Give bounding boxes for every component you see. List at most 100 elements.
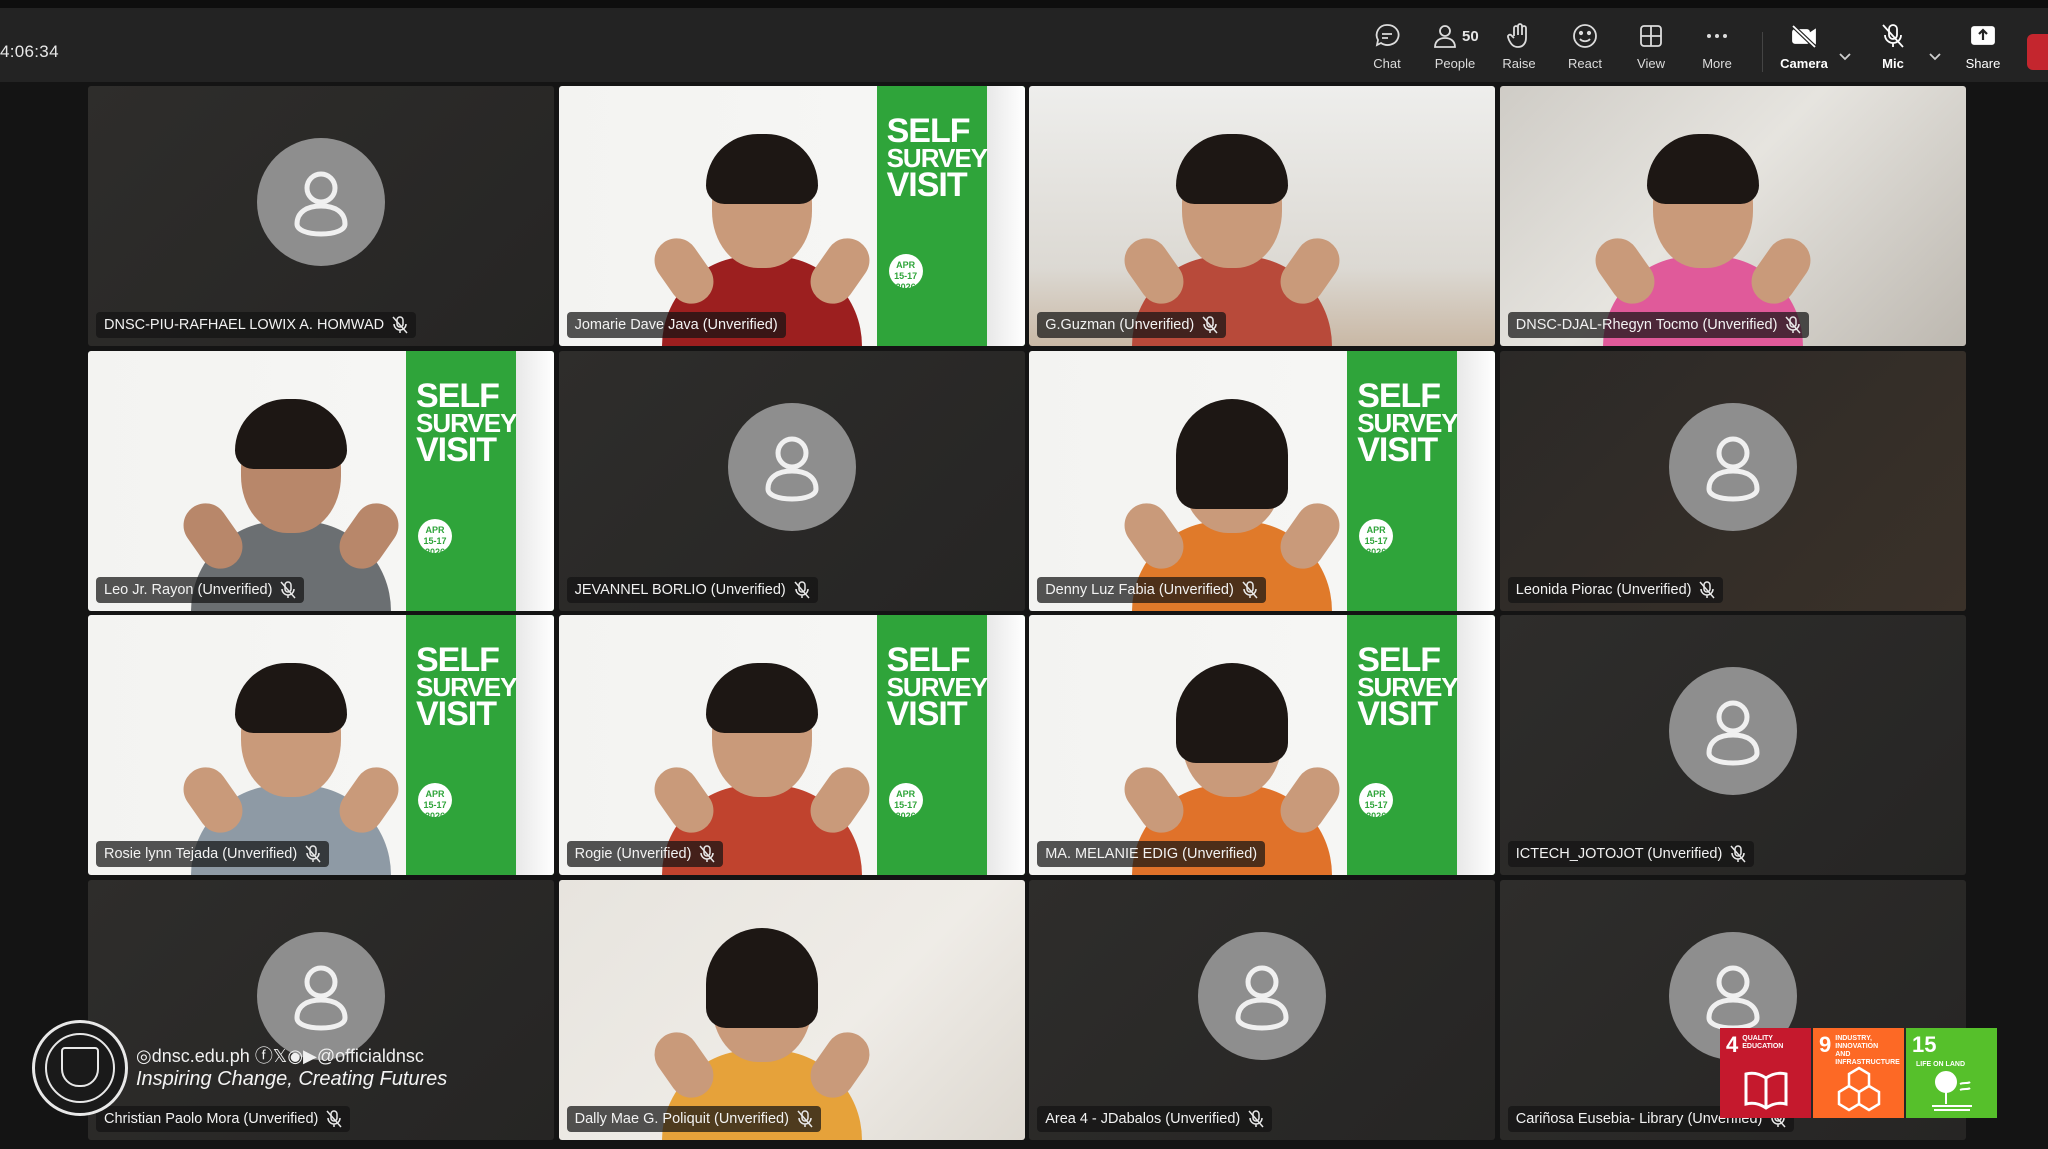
participant-tile[interactable]: SELF SURVEY VISIT APR 15-17 2026 MA. MELANI… <box>1029 615 1496 876</box>
participant-nameplate: Leo Jr. Rayon (Unverified) <box>96 576 305 603</box>
participant-nameplate: Dally Mae G. Poliquit (Unverified) <box>566 1105 821 1132</box>
react-button[interactable]: React <box>1554 22 1616 82</box>
participant-tile[interactable]: SELF SURVEY VISIT APR 15-17 2026 Rogie (Unv… <box>558 615 1025 876</box>
tree-icon <box>1932 1071 1972 1111</box>
smiley-icon <box>1573 24 1597 48</box>
view-button[interactable]: View <box>1620 22 1682 82</box>
mic-button[interactable]: Mic <box>1862 22 1924 82</box>
participant-nameplate: Denny Luz Fabia (Unverified) <box>1037 576 1266 603</box>
default-avatar-icon <box>257 138 385 266</box>
leave-button[interactable] <box>2027 34 2048 70</box>
poster-text: SELF <box>886 641 971 680</box>
participant-name: Dally Mae G. Poliquit (Unverified) <box>574 1110 789 1127</box>
participant-tile[interactable]: Christian Paolo Mora (Unverified) <box>88 879 554 1140</box>
participant-tile[interactable]: G.Guzman (Unverified) <box>1029 86 1496 346</box>
raise-hand-icon <box>1507 23 1527 48</box>
default-avatar-icon <box>1668 667 1797 796</box>
participant-name: Christian Paolo Mora (Unverified) <box>104 1110 319 1127</box>
participant-name: Jomarie Dave Java (Unverified) <box>574 317 778 333</box>
participant-nameplate: Rosie lynn Tejada (Unverified) <box>96 841 330 868</box>
college-seal-logo <box>32 1020 128 1116</box>
mic-label: Mic <box>1882 56 1904 71</box>
social-media-icons: ⓕ𝕏◉▶ <box>254 1046 317 1066</box>
share-button[interactable]: Share <box>1952 22 2014 82</box>
poster-text: SELF <box>886 112 971 150</box>
sdg-number: 9 <box>1819 1032 1832 1057</box>
sdg-badges: 4 QUALITY EDUCATION 9 INDUSTRY, INNOVATION… <box>1720 1028 1997 1118</box>
participant-name: Rogie (Unverified) <box>574 846 692 863</box>
participant-tile[interactable]: JEVANNEL BORLIO (Unverified) <box>558 350 1025 611</box>
participant-tile[interactable]: Leonida Piorac (Unverified) <box>1499 350 1966 611</box>
participant-tile[interactable]: DNSC-DJAL-Rhegyn Tocmo (Unverified) <box>1499 86 1966 346</box>
more-label: More <box>1702 56 1732 71</box>
sdg-badge-industry-innovation: 9 INDUSTRY, INNOVATION AND INFRASTRUCTURE <box>1813 1028 1904 1118</box>
social-links: ◎dnsc.edu.ph ⓕ𝕏◉▶@officialdnsc <box>136 1042 424 1068</box>
more-button[interactable]: More <box>1686 22 1748 82</box>
participant-nameplate: Leonida Piorac (Unverified) <box>1507 576 1724 603</box>
poster-text: SELF <box>416 641 500 680</box>
website-text: dnsc.edu.ph <box>151 1046 250 1066</box>
poster-date-badge: APR 15-17 2026 <box>1359 518 1394 557</box>
participant-nameplate: DNSC-DJAL-Rhegyn Tocmo (Unverified) <box>1507 312 1810 338</box>
camera-button[interactable]: Camera <box>1773 22 1835 82</box>
participant-tile[interactable]: SELF SURVEY VISIT APR 15-17 2026 Leo Jr. Ra… <box>88 350 554 611</box>
more-dots-icon <box>1707 34 1727 38</box>
participant-tile[interactable]: Area 4 - JDabalos (Unverified) <box>1029 879 1496 1140</box>
muted-mic-icon <box>794 580 810 599</box>
poster-text: VISIT <box>416 430 497 469</box>
participant-tile[interactable]: SELF SURVEY VISIT APR 15-17 2026 Jomarie Da… <box>558 86 1025 346</box>
sdg-badge-quality-education: 4 QUALITY EDUCATION <box>1720 1028 1811 1118</box>
participant-name: Leonida Piorac (Unverified) <box>1515 581 1692 598</box>
sdg-badge-life-on-land: 15LIFE ON LAND <box>1906 1028 1997 1118</box>
muted-mic-icon <box>1730 845 1746 863</box>
mic-off-icon <box>1882 24 1904 48</box>
poster-date-badge: APR 15-17 2026 <box>888 254 923 292</box>
muted-mic-icon <box>326 1110 342 1128</box>
react-label: React <box>1568 56 1602 71</box>
participant-tile[interactable]: ICTECH_JOTOJOT (Unverified) <box>1499 615 1966 876</box>
participant-nameplate: Christian Paolo Mora (Unverified) <box>96 1105 351 1132</box>
event-poster-background: SELF SURVEY VISIT APR 15-17 2026 <box>876 615 1025 876</box>
poster-date-badge: APR 15-17 2026 <box>418 783 452 821</box>
participant-tile[interactable]: DNSC-PIU-RAFHAEL LOWIX A. HOMWAD <box>88 86 554 346</box>
sdg-number: 4 <box>1726 1032 1739 1057</box>
event-poster-background: SELF SURVEY VISIT APR 15-17 2026 <box>1347 350 1496 611</box>
poster-text: VISIT <box>1357 430 1438 469</box>
event-poster-background: SELF SURVEY VISIT APR 15-17 2026 <box>1347 615 1496 876</box>
raise-hand-button[interactable]: Raise <box>1488 22 1550 82</box>
poster-text: VISIT <box>416 695 497 734</box>
video-grid: DNSC-PIU-RAFHAEL LOWIX A. HOMWAD SELF SUR… <box>88 86 1968 1140</box>
participant-tile[interactable]: SELF SURVEY VISIT APR 15-17 2026 Rosie lynn… <box>88 615 554 876</box>
meeting-toolbar: 4:06:34 Chat 50 People Raise React View … <box>0 0 2048 82</box>
camera-off-icon <box>1791 24 1817 49</box>
raise-label: Raise <box>1502 56 1536 71</box>
share-label: Share <box>1965 56 2001 71</box>
social-handle: @officialdnsc <box>316 1046 424 1066</box>
grid-view-icon <box>1640 25 1662 47</box>
cubes-icon <box>1837 1066 1881 1112</box>
participant-nameplate: Jomarie Dave Java (Unverified) <box>566 312 786 338</box>
poster-text: VISIT <box>886 695 968 734</box>
people-icon <box>1434 25 1456 48</box>
camera-label: Camera <box>1780 56 1828 71</box>
default-avatar-icon <box>1198 931 1327 1060</box>
participant-tile[interactable]: Dally Mae G. Poliquit (Unverified) <box>558 879 1025 1140</box>
camera-options-chevron-icon[interactable] <box>1837 48 1853 64</box>
participant-name: Area 4 - JDabalos (Unverified) <box>1045 1110 1241 1127</box>
people-button[interactable]: 50 People <box>1422 22 1488 82</box>
muted-mic-icon <box>797 1110 813 1128</box>
participant-name: Denny Luz Fabia (Unverified) <box>1045 581 1234 598</box>
participant-name: G.Guzman (Unverified) <box>1045 317 1195 333</box>
participant-nameplate: JEVANNEL BORLIO (Unverified) <box>566 576 818 603</box>
chat-icon <box>1375 24 1400 47</box>
muted-mic-icon <box>1785 316 1801 334</box>
mic-options-chevron-icon[interactable] <box>1927 48 1943 64</box>
tagline: Inspiring Change, Creating Futures <box>136 1068 448 1090</box>
participant-nameplate: Area 4 - JDabalos (Unverified) <box>1037 1105 1273 1132</box>
participant-tile[interactable]: SELF SURVEY VISIT APR 15-17 2026 Denny Luz … <box>1029 350 1496 611</box>
share-screen-icon <box>1971 26 1995 45</box>
chat-label: Chat <box>1373 56 1401 71</box>
toolbar-divider <box>1762 32 1763 72</box>
muted-mic-icon <box>1699 580 1716 599</box>
chat-button[interactable]: Chat <box>1356 22 1418 82</box>
